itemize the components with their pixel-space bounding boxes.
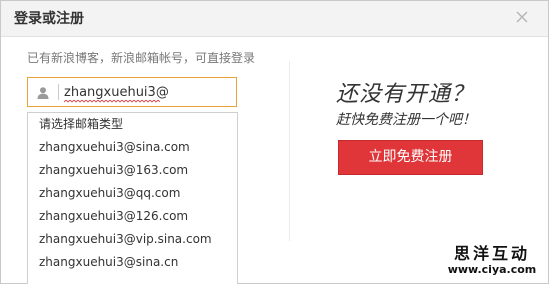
dropdown-header: 请选择邮箱类型 (39, 117, 124, 131)
dialog-titlebar: 登录或注册 (1, 1, 548, 37)
close-icon[interactable] (514, 9, 530, 25)
username-input[interactable] (64, 82, 232, 102)
login-dialog: 登录或注册 已有新浪博客，新浪邮箱帐号，可直接登录 请选择邮箱类型 zhangx… (0, 0, 549, 284)
email-suggestion-item[interactable]: zhangxuehui3@qq.com (28, 182, 237, 205)
email-suggestion-item[interactable]: zhangxuehui3@126.com (28, 205, 237, 228)
watermark-main: 思洋互动 (453, 244, 530, 263)
email-suggestion-item[interactable]: zhangxuehui3@vip.sina.com (28, 228, 237, 251)
username-field[interactable] (27, 77, 237, 107)
email-suggestion-item[interactable]: zhangxuehui3@163.com (28, 159, 237, 182)
watermark-url: www.ciya.com (447, 263, 537, 276)
email-suggestion-dropdown: 请选择邮箱类型 zhangxuehui3@sina.com zhangxuehu… (27, 112, 238, 284)
section-divider (289, 61, 290, 241)
input-separator (58, 84, 59, 100)
spellcheck-underline (64, 100, 160, 103)
dialog-title: 登录或注册 (14, 11, 84, 27)
register-promo-subtitle: 赶快免费注册一个吧！ (336, 112, 476, 128)
login-hint: 已有新浪博客，新浪邮箱帐号，可直接登录 (27, 51, 256, 65)
email-suggestion-item[interactable]: zhangxuehui3@sina.com (28, 136, 237, 159)
register-button[interactable]: 立即免费注册 (338, 140, 483, 175)
watermark: 思洋互动 www.ciya.com (442, 245, 542, 281)
email-suggestion-item[interactable]: zhangxuehui3@sina.cn (28, 251, 237, 274)
user-icon (36, 85, 50, 99)
register-promo-title: 还没有开通？ (336, 82, 475, 107)
